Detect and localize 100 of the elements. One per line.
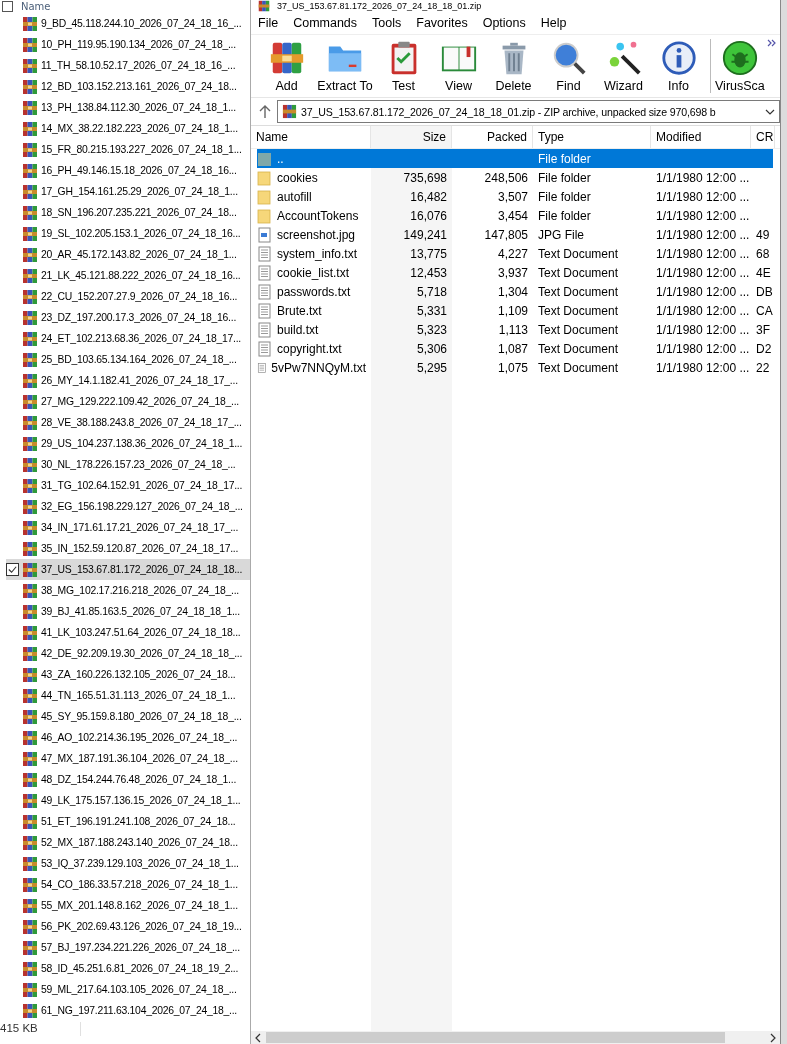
table-row[interactable]: cookies 735,698 248,506 File folder 1/1/1980 12:00 ... (257, 168, 773, 187)
file-item[interactable]: 44_TN_165.51.31.113_2026_07_24_18_1... (6, 685, 250, 706)
table-cell: 16,482 (410, 189, 447, 204)
file-item[interactable]: 19_SL_102.205.153.1_2026_07_24_18_16... (6, 223, 250, 244)
file-item[interactable]: 30_NL_178.226.157.23_2026_07_24_18_... (6, 454, 250, 475)
file-item[interactable]: 23_DZ_197.200.17.3_2026_07_24_18_16... (6, 307, 250, 328)
table-row[interactable]: 5vPw7NNQyM.txt 5,295 1,075 Text Document 1/1/1980 12:00 ... 22 (257, 358, 773, 377)
file-item[interactable]: 47_MX_187.191.36.104_2026_07_24_18_... (6, 748, 250, 769)
file-item[interactable]: 51_ET_196.191.241.108_2026_07_24_18... (6, 811, 250, 832)
menu-item[interactable]: Tools (372, 16, 402, 30)
file-item[interactable]: 10_PH_119.95.190.134_2026_07_24_18_... (6, 34, 250, 55)
file-item[interactable]: 18_SN_196.207.235.221_2026_07_24_18... (6, 202, 250, 223)
column-header[interactable]: Modified (651, 126, 751, 148)
file-item[interactable]: 42_DE_92.209.19.30_2026_07_24_18_18_... (6, 643, 250, 664)
up-arrow-icon[interactable] (259, 104, 271, 119)
toolbar-button[interactable]: Test (376, 39, 431, 93)
file-item[interactable]: 13_PH_138.84.112.30_2026_07_24_18_1... (6, 97, 250, 118)
toolbar-button[interactable]: Extract To (314, 39, 376, 93)
toolbar-button[interactable]: Find (541, 39, 596, 93)
file-item[interactable]: 54_CO_186.33.57.218_2026_07_24_18_1... (6, 874, 250, 895)
horizontal-scrollbar[interactable] (251, 1031, 780, 1044)
menu-item[interactable]: Help (540, 16, 567, 30)
file-item[interactable]: 9_BD_45.118.244.10_2026_07_24_18_16_... (6, 13, 250, 34)
file-item[interactable]: 31_TG_102.64.152.91_2026_07_24_18_17... (6, 475, 250, 496)
toolbar-button[interactable]: Delete (486, 39, 541, 93)
file-item[interactable]: 49_LK_175.157.136.15_2026_07_24_18_1... (6, 790, 250, 811)
toolbar-button[interactable]: View (431, 39, 486, 93)
file-item[interactable]: 58_ID_45.251.6.81_2026_07_24_18_19_2... (6, 958, 250, 979)
file-item[interactable]: 35_IN_152.59.120.87_2026_07_24_18_17... (6, 538, 250, 559)
menu-item[interactable]: File (258, 16, 279, 30)
file-item[interactable]: 37_US_153.67.81.172_2026_07_24_18_18... (6, 559, 250, 580)
column-header[interactable]: Size (371, 126, 452, 148)
file-item[interactable]: 41_LK_103.247.51.64_2026_07_24_18_18... (6, 622, 250, 643)
file-item[interactable]: 29_US_104.237.138.36_2026_07_24_18_1... (6, 433, 250, 454)
file-item[interactable]: 39_BJ_41.85.163.5_2026_07_24_18_18_1... (6, 601, 250, 622)
toolbar-button[interactable]: Info (651, 39, 706, 93)
scroll-left-icon[interactable] (254, 1032, 262, 1043)
file-item[interactable]: 52_MX_187.188.243.140_2026_07_24_18... (6, 832, 250, 853)
file-item[interactable]: 14_MX_38.22.182.223_2026_07_24_18_1... (6, 118, 250, 139)
file-item[interactable]: 27_MG_129.222.109.42_2026_07_24_18_... (6, 391, 250, 412)
table-row[interactable]: passwords.txt 5,718 1,304 Text Document 1/1/1980 12:00 ... DB (257, 282, 773, 301)
file-item[interactable]: 20_AR_45.172.143.82_2026_07_24_18_1... (6, 244, 250, 265)
table-row[interactable]: system_info.txt 13,775 4,227 Text Document 1/1/1980 12:00 ... 68 (257, 244, 773, 263)
file-item[interactable]: 34_IN_171.61.17.21_2026_07_24_18_17_... (6, 517, 250, 538)
archive-icon (22, 519, 38, 536)
file-item[interactable]: 45_SY_95.159.8.180_2026_07_24_18_18_... (6, 706, 250, 727)
file-item[interactable]: 24_ET_102.213.68.36_2026_07_24_18_17... (6, 328, 250, 349)
archive-icon (22, 645, 38, 662)
column-header[interactable]: Name (251, 126, 371, 148)
column-header[interactable]: Name (21, 0, 51, 13)
file-item[interactable]: 11_TH_58.10.52.17_2026_07_24_18_16_... (6, 55, 250, 76)
file-item[interactable]: 26_MY_14.1.182.41_2026_07_24_18_17_... (6, 370, 250, 391)
file-item[interactable]: 48_DZ_154.244.76.48_2026_07_24_18_1... (6, 769, 250, 790)
file-item[interactable]: 21_LK_45.121.88.222_2026_07_24_18_16... (6, 265, 250, 286)
archive-icon (22, 288, 38, 305)
file-item[interactable]: 61_NG_197.211.63.104_2026_07_24_18_... (6, 1000, 250, 1021)
menu-item[interactable]: Favorites (416, 16, 468, 30)
table-row[interactable]: autofill 16,482 3,507 File folder 1/1/1980 12:00 ... (257, 187, 773, 206)
checkbox[interactable] (6, 563, 19, 576)
table-cell: 1/1/1980 12:00 ... (656, 322, 750, 337)
file-item[interactable]: 16_PH_49.146.15.18_2026_07_24_18_16... (6, 160, 250, 181)
file-item[interactable]: 55_MX_201.148.8.162_2026_07_24_18_1... (6, 895, 250, 916)
file-item[interactable]: 12_BD_103.152.213.161_2026_07_24_18... (6, 76, 250, 97)
file-item[interactable]: 57_BJ_197.234.221.226_2026_07_24_18_... (6, 937, 250, 958)
menu-item[interactable]: Options (482, 16, 526, 30)
table-row[interactable]: .. File folder (257, 149, 773, 168)
table-row[interactable]: copyright.txt 5,306 1,087 Text Document 1/1/1980 12:00 ... D2 (257, 339, 773, 358)
file-item[interactable]: 22_CU_152.207.27.9_2026_07_24_18_16... (6, 286, 250, 307)
address-dropdown[interactable]: 37_US_153.67.81.172_2026_07_24_18_18_01.zip - ZIP archive, unpacked size 970,698 b (277, 100, 780, 123)
archive-icon (22, 624, 38, 641)
table-cell: CA (756, 303, 773, 318)
archive-icon (22, 204, 38, 221)
toolbar-button[interactable]: VirusSca (715, 39, 765, 93)
select-all-checkbox[interactable] (2, 1, 13, 12)
column-header[interactable]: CR (751, 126, 775, 148)
archive-icon (22, 498, 38, 515)
menu-item[interactable]: Commands (293, 16, 358, 30)
table-row[interactable]: build.txt 5,323 1,113 Text Document 1/1/1980 12:00 ... 3F (257, 320, 773, 339)
file-item[interactable]: 59_ML_217.64.103.105_2026_07_24_18_... (6, 979, 250, 1000)
scroll-right-icon[interactable] (769, 1032, 777, 1043)
table-row[interactable]: screenshot.jpg 149,241 147,805 JPG File 1/1/1980 12:00 ... 49 (257, 225, 773, 244)
table-cell: 3,454 (497, 208, 528, 223)
toolbar-button[interactable]: Wizard (596, 39, 651, 93)
column-header[interactable]: Packed (452, 126, 533, 148)
table-row[interactable]: Brute.txt 5,331 1,109 Text Document 1/1/1980 12:00 ... CA (257, 301, 773, 320)
file-item[interactable]: 46_AO_102.214.36.195_2026_07_24_18_... (6, 727, 250, 748)
column-header[interactable]: Type (533, 126, 651, 148)
file-item[interactable]: 32_EG_156.198.229.127_2026_07_24_18_... (6, 496, 250, 517)
file-item[interactable]: 17_GH_154.161.25.29_2026_07_24_18_1... (6, 181, 250, 202)
file-item[interactable]: 53_IQ_37.239.129.103_2026_07_24_18_1... (6, 853, 250, 874)
table-row[interactable]: cookie_list.txt 12,453 3,937 Text Document 1/1/1980 12:00 ... 4E (257, 263, 773, 282)
file-item[interactable]: 38_MG_102.17.216.218_2026_07_24_18_... (6, 580, 250, 601)
file-item[interactable]: 25_BD_103.65.134.164_2026_07_24_18_... (6, 349, 250, 370)
toolbar-button[interactable]: Add (259, 39, 314, 93)
file-item[interactable]: 15_FR_80.215.193.227_2026_07_24_18_1... (6, 139, 250, 160)
file-item[interactable]: 43_ZA_160.226.132.105_2026_07_24_18... (6, 664, 250, 685)
table-cell: 4E (756, 265, 771, 280)
file-item[interactable]: 28_VE_38.188.243.8_2026_07_24_18_17_... (6, 412, 250, 433)
file-item[interactable]: 56_PK_202.69.43.126_2026_07_24_18_19... (6, 916, 250, 937)
table-row[interactable]: AccountTokens 16,076 3,454 File folder 1/1/1980 12:00 ... (257, 206, 773, 225)
